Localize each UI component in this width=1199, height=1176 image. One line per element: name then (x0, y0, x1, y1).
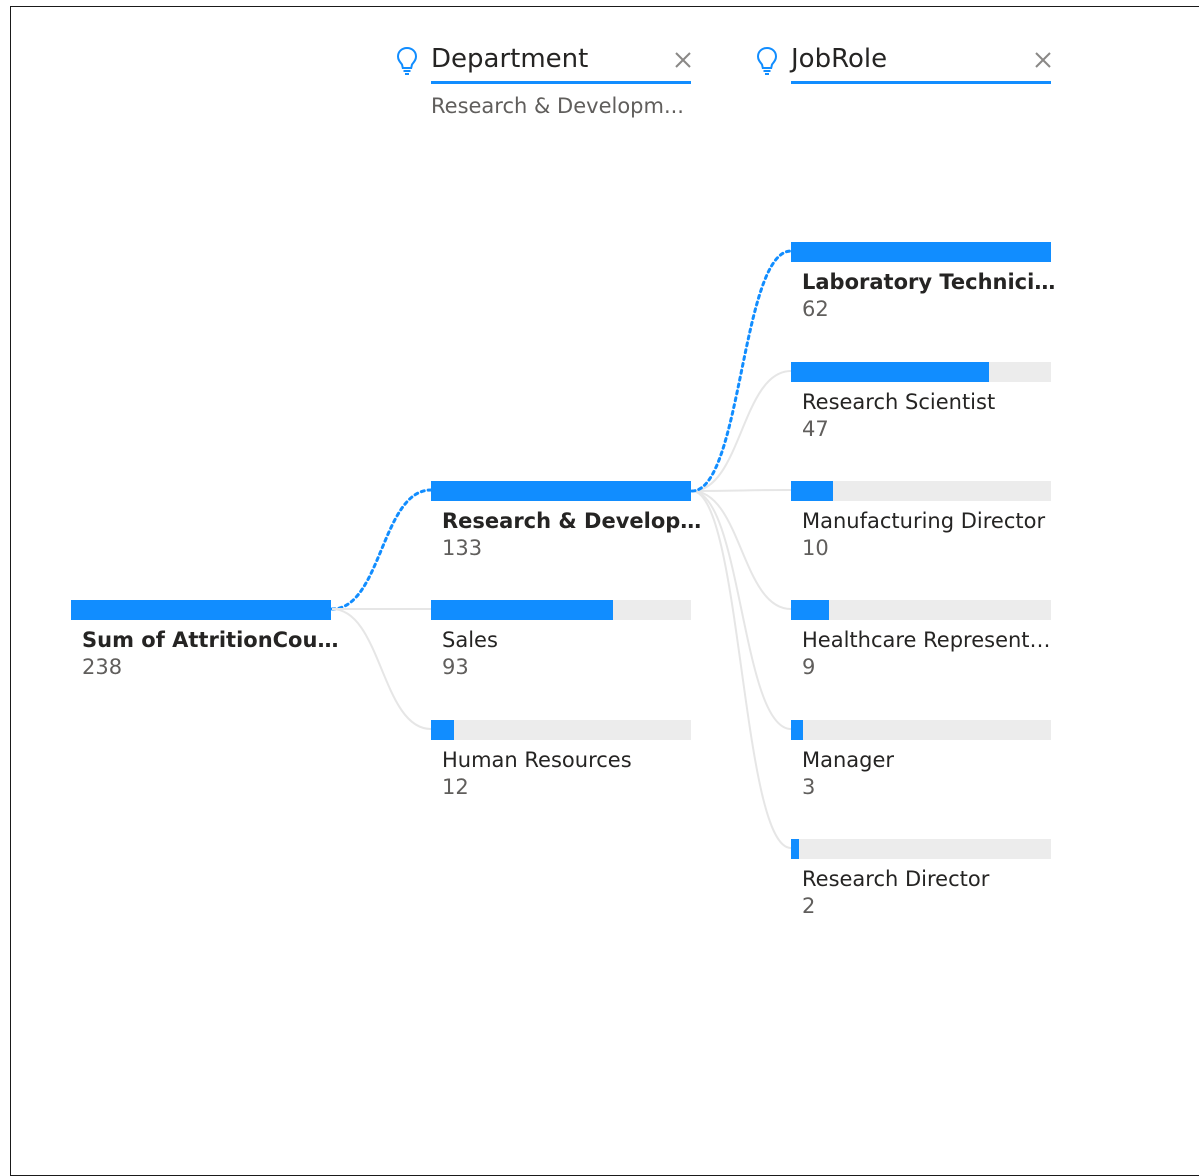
bar-track (791, 481, 1051, 501)
link-department-to-jobrole (691, 490, 792, 610)
node-value: 12 (442, 775, 469, 799)
department-header-subtitle: Research & Developm... (431, 94, 684, 118)
bar-track (791, 242, 1051, 262)
bar-track (431, 481, 691, 501)
node-label: Healthcare Representa... (802, 628, 1062, 652)
link-department-to-jobrole (691, 370, 792, 492)
link-department-to-jobrole (690, 249, 793, 493)
link-department-to-jobrole (691, 490, 792, 849)
lightbulb-icon[interactable] (396, 46, 418, 76)
tree-links (330, 249, 793, 849)
bar-track (791, 362, 1051, 382)
node-label: Human Resources (442, 748, 632, 772)
bar-fill (791, 242, 1051, 262)
node-value: 47 (802, 417, 829, 441)
node-label: Sales (442, 628, 498, 652)
bar-fill (431, 481, 691, 501)
node-value: 10 (802, 536, 829, 560)
link-root-to-department (331, 608, 432, 730)
link-root-to-department (330, 488, 433, 611)
department-header-title[interactable]: Department (431, 42, 588, 76)
node-label: Research Scientist (802, 390, 996, 414)
bar-track (431, 600, 691, 620)
root-value: 238 (82, 655, 123, 679)
root-bar-fill (71, 600, 331, 620)
link-department-to-jobrole (691, 489, 792, 492)
department-header-underline (431, 81, 691, 84)
lightbulb-icon[interactable] (756, 46, 778, 76)
jobrole-header-underline (791, 81, 1051, 84)
bar-fill (791, 362, 989, 382)
node-label: Research & Develop... (442, 509, 702, 533)
node-label: Manufacturing Director (802, 509, 1046, 533)
bar-track (791, 600, 1051, 620)
close-icon[interactable] (1033, 50, 1053, 70)
bar-fill (791, 600, 829, 620)
bar-fill (431, 600, 613, 620)
node-label: Laboratory Technician (802, 270, 1062, 294)
node-value: 3 (802, 775, 816, 799)
node-value: 2 (802, 894, 816, 918)
close-icon[interactable] (673, 50, 693, 70)
jobrole-header-title[interactable]: JobRole (791, 42, 887, 76)
bar-track (791, 839, 1051, 859)
node-value: 93 (442, 655, 469, 679)
bar-track (431, 720, 691, 740)
node-value: 62 (802, 297, 829, 321)
node-value: 133 (442, 536, 483, 560)
root-bar-track (71, 600, 331, 620)
bar-fill (431, 720, 455, 740)
bar-fill (791, 720, 804, 740)
link-department-to-jobrole (691, 490, 792, 730)
node-label: Research Director (802, 867, 990, 891)
root-label: Sum of AttritionCount (82, 628, 342, 652)
bar-track (791, 720, 1051, 740)
node-label: Manager (802, 748, 895, 772)
bar-fill (791, 839, 800, 859)
node-value: 9 (802, 655, 816, 679)
bar-fill (791, 481, 833, 501)
